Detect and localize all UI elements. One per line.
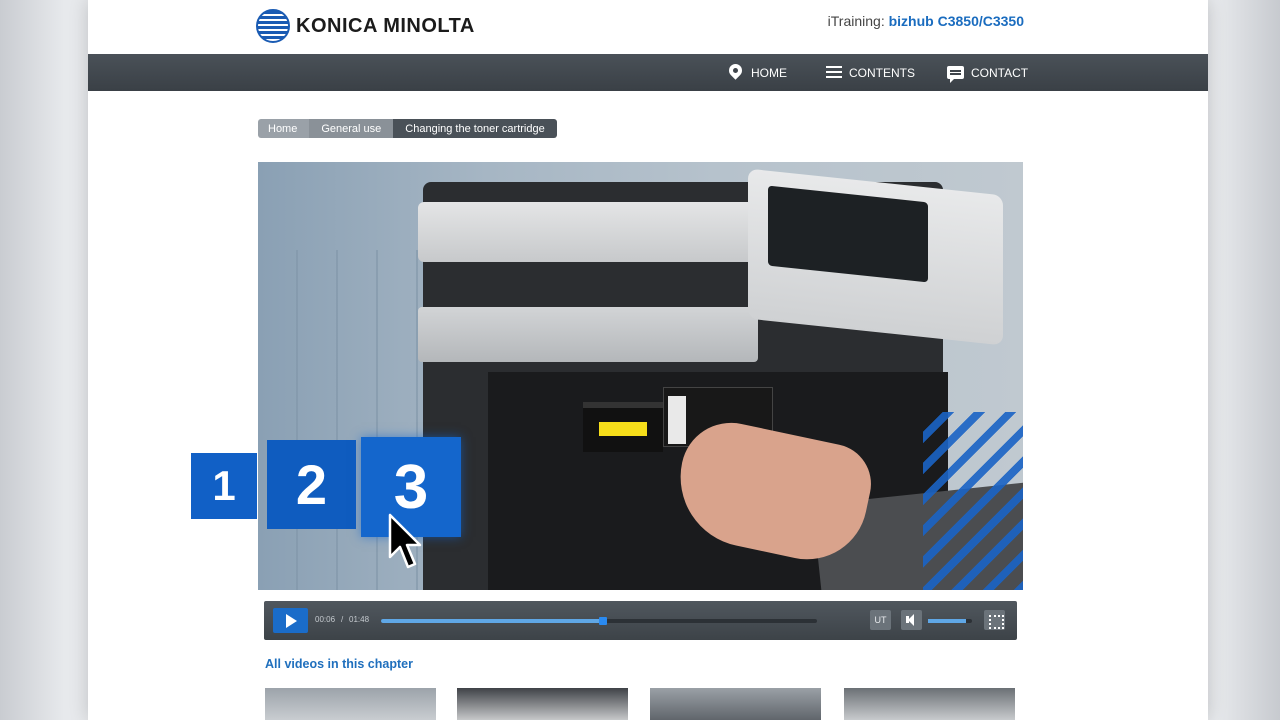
play-button[interactable] — [273, 608, 308, 633]
video-thumbnail[interactable] — [650, 688, 821, 720]
step-1-button[interactable]: 1 — [191, 453, 257, 519]
mouse-cursor-icon — [388, 513, 422, 569]
fullscreen-icon[interactable] — [984, 610, 1005, 630]
duration: 01:48 — [349, 615, 370, 624]
step-2-button[interactable]: 2 — [267, 440, 356, 529]
page: KONICA MINOLTA iTraining: bizhub C3850/C… — [88, 0, 1208, 720]
volume-slider[interactable] — [928, 619, 972, 623]
video-thumbnail[interactable] — [457, 688, 628, 720]
nav-contents-label: CONTENTS — [849, 65, 915, 80]
nav-contact[interactable]: CONTACT — [947, 54, 1028, 91]
volume-icon[interactable] — [901, 610, 922, 630]
current-time: 00:06 — [315, 615, 336, 624]
video-thumbnail[interactable] — [265, 688, 436, 720]
main-nav: HOME CONTENTS CONTACT — [88, 54, 1208, 91]
konica-minolta-logo[interactable]: KONICA MINOLTA — [256, 9, 475, 43]
yellow-toner-cartridge — [583, 402, 663, 452]
progress-handle[interactable] — [599, 617, 608, 625]
globe-logo-icon — [256, 9, 290, 43]
nav-home-label: HOME — [751, 65, 787, 80]
breadcrumb-home[interactable]: Home — [258, 119, 310, 138]
time-separator: / — [341, 615, 344, 624]
video-controls: 00:06 / 01:48 UT — [264, 601, 1017, 640]
nav-home[interactable]: HOME — [728, 54, 787, 91]
location-pin-icon — [728, 64, 744, 82]
video-thumbnail[interactable] — [844, 688, 1015, 720]
itraining-title: iTraining: bizhub C3850/C3350 — [828, 13, 1024, 29]
blue-stripes-decoration — [923, 412, 1023, 590]
nav-contact-label: CONTACT — [971, 65, 1029, 80]
breadcrumb-current: Changing the toner cartridge — [393, 119, 557, 138]
breadcrumb-general-use[interactable]: General use — [309, 119, 394, 138]
progress-fill — [381, 619, 604, 623]
breadcrumb: Home General use Changing the toner cart… — [258, 119, 557, 138]
nav-contents[interactable]: CONTENTS — [826, 54, 915, 91]
header: KONICA MINOLTA iTraining: bizhub C3850/C… — [88, 0, 1208, 54]
printer-touchscreen — [768, 185, 928, 283]
chat-bubble-icon — [947, 66, 964, 83]
chapter-title: All videos in this chapter — [265, 657, 413, 671]
logo-text: KONICA MINOLTA — [296, 14, 475, 37]
itraining-prefix: iTraining: — [827, 13, 889, 29]
model-name: bizhub C3850/C3350 — [888, 13, 1024, 29]
progress-bar[interactable] — [381, 617, 817, 625]
printer-lower-tray — [418, 307, 758, 362]
subtitle-button[interactable]: UT — [870, 610, 891, 630]
list-icon — [826, 65, 842, 80]
volume-fill — [928, 619, 966, 623]
